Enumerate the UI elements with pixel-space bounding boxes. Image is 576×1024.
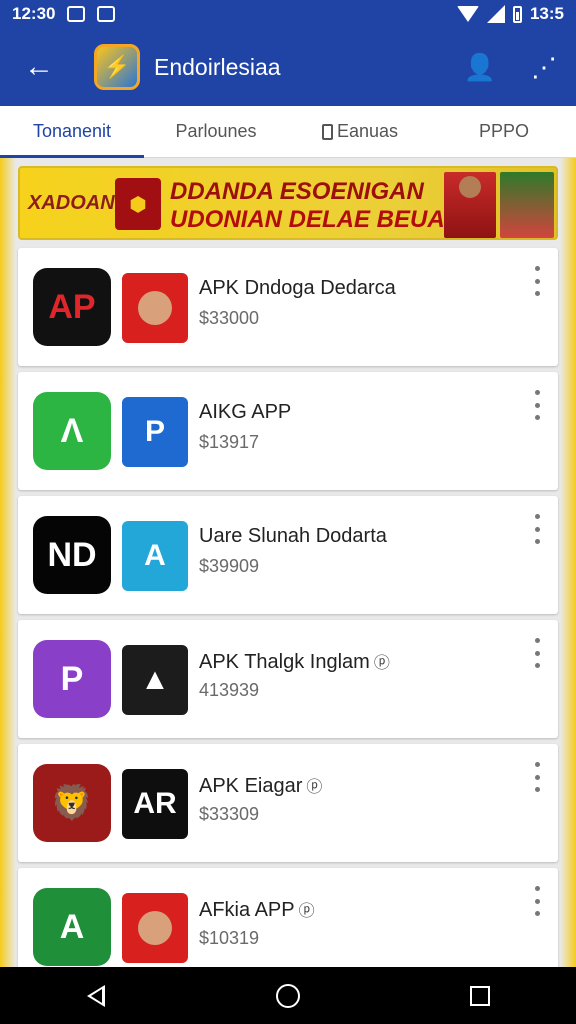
banner-headline: DDANDA ESOENIGAN (170, 178, 424, 205)
status-time-left: 12:30 (12, 4, 56, 23)
app-name: APK Eiagar ⓟ (199, 773, 322, 798)
app-secondary-icon: ▲ (122, 645, 188, 715)
app-card[interactable]: 🦁 AR APK Eiagar ⓟ $33309 (18, 744, 558, 862)
app-card[interactable]: A AFkia APP ⓟ $10319 (18, 868, 558, 967)
app-name: AFkia APP ⓟ (199, 897, 315, 922)
person-photo-icon (138, 911, 172, 945)
profile-button[interactable]: 👤 (448, 28, 512, 106)
emblem-icon: ⬢ (115, 178, 161, 230)
message-icon (97, 6, 116, 22)
tab-parlounes[interactable]: Parlounes (144, 106, 288, 157)
app-card[interactable]: ND A Uare Slunah Dodarta $39909 (18, 496, 558, 614)
app-card[interactable]: AP APK Dndoga Dedarca $33000 (18, 248, 558, 366)
more-options-icon[interactable] (532, 514, 542, 544)
app-price: $39909 (199, 556, 260, 576)
back-arrow-icon: ← (24, 50, 54, 83)
share-button[interactable]: ⋰ (512, 28, 576, 106)
app-logo: ⚡ (94, 44, 140, 90)
app-name: AIKG APP (199, 401, 291, 424)
more-options-icon[interactable] (532, 762, 542, 792)
app-icon[interactable]: ND (33, 516, 111, 594)
more-options-icon[interactable] (532, 638, 542, 668)
app-price: $10319 (199, 928, 260, 948)
promo-banner[interactable]: XADOAN ⬢ DDANDA ESOENIGAN UDONIAN DELAE … (18, 166, 558, 240)
app-secondary-icon (122, 273, 188, 343)
tab-eanuas[interactable]: Eanuas (288, 106, 432, 157)
nav-recents-button[interactable] (450, 967, 510, 1024)
profile-icon: 👤 (463, 51, 497, 82)
nav-home-button[interactable] (258, 967, 318, 1024)
content-area: XADOAN ⬢ DDANDA ESOENIGAN UDONIAN DELAE … (0, 158, 576, 967)
banner-left-text: XADOAN (28, 192, 115, 214)
app-name: APK Dndoga Dedarca (199, 277, 396, 300)
notification-icon (67, 6, 86, 22)
wifi-icon (456, 6, 479, 22)
app-card[interactable]: Λ P AIKG APP $13917 (18, 372, 558, 490)
app-name-text: APK Dndoga Dedarca (199, 277, 396, 299)
app-name: Uare Slunah Dodarta (199, 525, 387, 548)
person-photo-icon (138, 291, 172, 325)
share-icon: ⋰ (531, 51, 557, 82)
battery-icon (512, 5, 522, 23)
phone-icon (321, 123, 333, 140)
app-price: $33309 (199, 804, 260, 824)
verified-badge-icon: ⓟ (298, 903, 315, 920)
app-icon[interactable]: 🦁 (33, 764, 111, 842)
app-price: $13917 (199, 432, 260, 452)
banner-person-image (444, 172, 496, 238)
app-title: Endoirlesiaa (154, 53, 281, 80)
tab-pppo[interactable]: PPPO (432, 106, 576, 157)
app-name-text: Uare Slunah Dodarta (199, 525, 387, 547)
app-name-text: AIKG APP (199, 401, 292, 423)
status-time-right: 13:5 (529, 4, 564, 23)
app-secondary-icon: A (122, 521, 188, 591)
banner-crowd-image (500, 172, 554, 238)
app-icon[interactable]: P (33, 640, 111, 718)
banner-subheadline: UDONIAN DELAE BEUADIS (170, 206, 485, 233)
system-nav-bar (0, 967, 576, 1024)
verified-badge-icon: ⓟ (373, 655, 390, 672)
home-circle-icon (276, 983, 300, 1008)
back-triangle-icon (87, 984, 105, 1007)
app-list: AP APK Dndoga Dedarca $33000 Λ P AIKG APP $139… (18, 248, 558, 967)
app-icon[interactable]: AP (33, 268, 111, 346)
tab-label: Eanuas (336, 121, 399, 141)
status-bar: 12:30 13:5 (0, 0, 576, 28)
app-name-text: APK Eiagar (199, 775, 303, 797)
back-button[interactable]: ← (0, 28, 78, 106)
app-icon[interactable]: Λ (33, 392, 111, 470)
app-card[interactable]: P ▲ APK Thalgk Inglam ⓟ 413939 (18, 620, 558, 738)
app-name: APK Thalgk Inglam ⓟ (199, 649, 390, 674)
app-secondary-icon (122, 893, 188, 963)
tab-tonanenit[interactable]: Tonanenit (0, 106, 144, 158)
more-options-icon[interactable] (532, 390, 542, 420)
verified-badge-icon: ⓟ (306, 779, 323, 796)
app-secondary-icon: AR (122, 769, 188, 839)
more-options-icon[interactable] (532, 266, 542, 296)
app-price: 413939 (199, 680, 260, 700)
signal-icon (486, 5, 505, 23)
app-name-text: AFkia APP (199, 899, 295, 921)
more-options-icon[interactable] (532, 886, 542, 916)
recents-square-icon (470, 985, 490, 1006)
app-name-text: APK Thalgk Inglam (199, 651, 370, 673)
tab-label: PPPO (478, 121, 530, 141)
app-icon[interactable]: A (33, 888, 111, 966)
app-price: $33000 (199, 308, 260, 328)
tab-label: Parlounes (175, 121, 257, 141)
tab-bar: Tonanenit Parlounes Eanuas PPPO (0, 106, 576, 158)
app-bar: ← ⚡ Endoirlesiaa 👤 ⋰ (0, 28, 576, 106)
tab-label: Tonanenit (32, 121, 112, 141)
nav-back-button[interactable] (66, 967, 126, 1024)
app-secondary-icon: P (122, 397, 188, 467)
